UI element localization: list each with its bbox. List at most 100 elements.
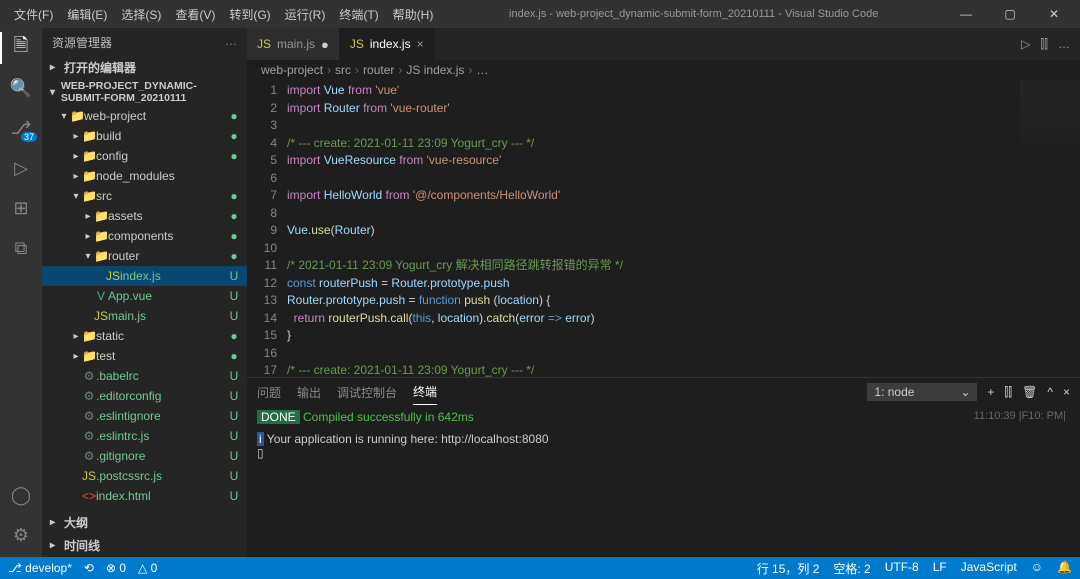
tree-row[interactable]: ⚙.babelrcU	[42, 366, 247, 386]
tree-row[interactable]: ▸📁build●	[42, 126, 247, 146]
activity-bar: 🗎 🔍 ⎇37 ▷ ⊞ ⧉ ◯ ⚙	[0, 28, 42, 557]
minimap[interactable]	[1020, 80, 1080, 180]
panel-action-icon[interactable]: 🗑	[1022, 385, 1037, 399]
js-icon: JS	[257, 37, 271, 51]
menu-item[interactable]: 帮助(H)	[387, 2, 440, 27]
run-debug-icon[interactable]: ▷	[9, 156, 33, 180]
panel-action-icon[interactable]: ⫿⫿	[1004, 385, 1012, 400]
status-lang[interactable]: JavaScript	[961, 560, 1017, 577]
tree-row[interactable]: JSmain.jsU	[42, 306, 247, 326]
sidebar: 资源管理器 … ▸打开的编辑器 ▾WEB-PROJECT_DYNAMIC-SUB…	[42, 28, 247, 557]
terminal-select[interactable]: 1: node⌄	[867, 383, 977, 401]
tree-row[interactable]: ▾📁web-project●	[42, 106, 247, 126]
panel-tab[interactable]: 调试控制台	[337, 380, 397, 405]
menu-item[interactable]: 选择(S)	[115, 2, 167, 27]
source-control-icon[interactable]: ⎇37	[9, 116, 33, 140]
tree-row[interactable]: ▾📁src●	[42, 186, 247, 206]
file-icon: ⚙	[82, 449, 96, 463]
panel-tab[interactable]: 终端	[413, 379, 437, 405]
tab-action-icon[interactable]: ▷	[1021, 37, 1030, 51]
breadcrumb-item[interactable]: router	[363, 63, 394, 77]
tree-row[interactable]: ⚙.eslintrc.jsU	[42, 426, 247, 446]
editor-area: JSmain.js●JSindex.js× ▷ ⫿⫿ … web-project›sr…	[247, 28, 1080, 557]
folder-root-section[interactable]: ▾WEB-PROJECT_DYNAMIC-SUBMIT-FORM_2021011…	[42, 78, 247, 106]
search-icon[interactable]: 🔍	[9, 76, 33, 100]
tree-row[interactable]: ⚙.eslintignoreU	[42, 406, 247, 426]
menu-item[interactable]: 查看(V)	[169, 2, 221, 27]
file-icon: JS	[94, 309, 108, 323]
menu-item[interactable]: 终端(T)	[333, 2, 384, 27]
tree-row[interactable]: ▸📁config●	[42, 146, 247, 166]
status-branch[interactable]: ⎇ develop*	[8, 561, 72, 575]
tree-row[interactable]: ⚙.gitignoreU	[42, 446, 247, 466]
done-tag: DONE	[257, 410, 300, 424]
panel-action-icon[interactable]: ×	[1063, 385, 1070, 399]
status-bell[interactable]: 🔔	[1057, 560, 1072, 577]
tree-row[interactable]: ▸📁assets●	[42, 206, 247, 226]
settings-gear-icon[interactable]: ⚙	[9, 523, 33, 547]
explorer-icon[interactable]: 🗎	[9, 36, 33, 60]
tree-row[interactable]: JS.postcssrc.jsU	[42, 466, 247, 486]
menu-item[interactable]: 文件(F)	[8, 2, 59, 27]
maximize-button[interactable]: ▢	[992, 7, 1028, 21]
editor-body[interactable]: 1234567891011121314151617181920212223 im…	[247, 80, 1080, 377]
file-icon: <>	[82, 489, 96, 503]
outline-section[interactable]: ▸大纲	[42, 511, 247, 534]
status-eol[interactable]: LF	[933, 560, 947, 577]
tree-row[interactable]: ▾📁router●	[42, 246, 247, 266]
status-warnings[interactable]: △ 0	[138, 561, 157, 575]
close-button[interactable]: ✕	[1036, 7, 1072, 21]
panel-action-icon[interactable]: +	[987, 385, 994, 399]
menu-item[interactable]: 运行(R)	[279, 2, 332, 27]
account-icon[interactable]: ◯	[9, 483, 33, 507]
extensions-icon[interactable]: ⊞	[9, 196, 33, 220]
code-content[interactable]: import Vue from 'vue'import Router from …	[287, 80, 1080, 377]
sidebar-more-icon[interactable]: …	[225, 34, 237, 51]
close-tab-icon[interactable]: ×	[417, 37, 424, 51]
tree-row[interactable]: ▸📁node_modules	[42, 166, 247, 186]
breadcrumb-item[interactable]: …	[476, 63, 488, 77]
tree-row[interactable]: ⚙.editorconfigU	[42, 386, 247, 406]
js-icon: JS	[350, 37, 364, 51]
file-icon: 📁	[82, 329, 96, 343]
panel-tab[interactable]: 问题	[257, 380, 281, 405]
file-icon: ⚙	[82, 369, 96, 383]
breadcrumb-item[interactable]: web-project	[261, 63, 323, 77]
tab-action-icon[interactable]: ⫿⫿	[1040, 37, 1048, 52]
panel-tab[interactable]: 输出	[297, 380, 321, 405]
tab-action-icon[interactable]: …	[1058, 37, 1070, 51]
breadcrumb[interactable]: web-project›src›router›JS index.js›…	[247, 60, 1080, 80]
minimize-button[interactable]: —	[948, 7, 984, 21]
file-tree[interactable]: ▾📁web-project●▸📁build●▸📁config●▸📁node_mo…	[42, 106, 247, 511]
titlebar: 文件(F)编辑(E)选择(S)查看(V)转到(G)运行(R)终端(T)帮助(H)…	[0, 0, 1080, 28]
remote-icon[interactable]: ⧉	[9, 236, 33, 260]
panel-action-icon[interactable]: ^	[1047, 385, 1053, 399]
file-icon: 📁	[82, 169, 96, 183]
status-encoding[interactable]: UTF-8	[885, 560, 919, 577]
tree-row[interactable]: VApp.vueU	[42, 286, 247, 306]
breadcrumb-item[interactable]: JS index.js	[406, 63, 464, 77]
timeline-section[interactable]: ▸时间线	[42, 534, 247, 557]
tree-row[interactable]: JSindex.jsU	[42, 266, 247, 286]
status-spaces[interactable]: 空格: 2	[833, 560, 870, 577]
status-cursor[interactable]: 行 15，列 2	[757, 560, 820, 577]
menu-item[interactable]: 编辑(E)	[61, 2, 113, 27]
tree-row[interactable]: ▸📁components●	[42, 226, 247, 246]
file-icon: JS	[82, 469, 96, 483]
tree-row[interactable]: ▸📁test●	[42, 346, 247, 366]
status-errors[interactable]: ⊗ 0	[106, 561, 126, 575]
tree-row[interactable]: <>index.htmlU	[42, 486, 247, 506]
file-icon: 📁	[94, 249, 108, 263]
terminal-body[interactable]: 11:10:39 |F10: PM| DONE Compiled success…	[247, 406, 1080, 557]
breadcrumb-item[interactable]: src	[335, 63, 351, 77]
file-icon: 📁	[82, 129, 96, 143]
line-gutter: 1234567891011121314151617181920212223	[247, 80, 287, 377]
status-sync[interactable]: ⟲	[84, 561, 94, 575]
status-feedback[interactable]: ☺	[1031, 560, 1043, 577]
open-editors-section[interactable]: ▸打开的编辑器	[42, 57, 247, 78]
tree-row[interactable]: ▸📁static●	[42, 326, 247, 346]
editor-tab[interactable]: JSindex.js×	[340, 28, 435, 60]
terminal-timestamp: 11:10:39 |F10: PM|	[974, 410, 1066, 422]
menu-item[interactable]: 转到(G)	[223, 2, 276, 27]
editor-tab[interactable]: JSmain.js●	[247, 28, 340, 60]
